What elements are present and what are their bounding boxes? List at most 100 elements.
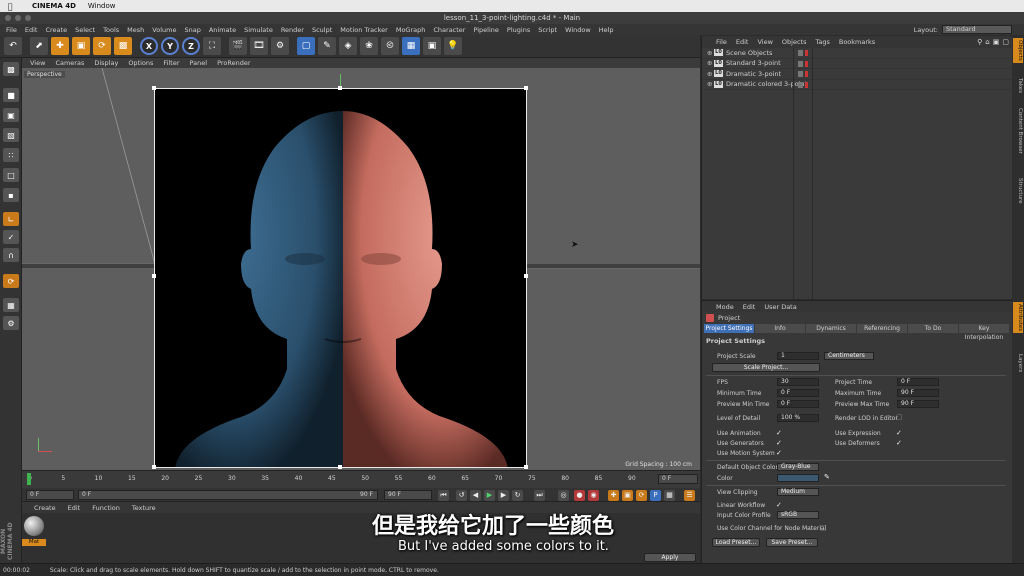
layout-dropdown[interactable]: Standard [942,25,1012,34]
level-of-detail-field[interactable]: 100 % [777,414,819,422]
enable-axis-icon[interactable]: ⟳ [3,274,19,288]
menu-plugins[interactable]: Plugins [507,26,530,34]
object-list-item[interactable]: ⊕ L0 Dramatic colored 3-point [702,80,1012,90]
material-menu-create[interactable]: Create [34,504,56,512]
material-menu-texture[interactable]: Texture [132,504,156,512]
texture-mode-icon[interactable]: ▣ [3,108,19,122]
save-preset-button[interactable]: Save Preset... [766,538,818,547]
menu-render[interactable]: Render [281,26,304,34]
project-scale-field[interactable]: 1 [777,352,819,360]
perspective-viewport[interactable]: Perspective ➤ Grid Spacing: 100 cm [22,68,700,470]
undo-icon[interactable]: ↶ [4,37,22,55]
material-preview-ball[interactable] [24,516,44,536]
input-color-profile-dropdown[interactable]: sRGB [777,511,819,519]
object-menu-objects[interactable]: Objects [782,38,807,46]
key-pla-icon[interactable]: ▦ [664,490,675,501]
prev-key-icon[interactable]: ↺ [456,490,467,501]
lock-workplane-icon[interactable]: ⚙ [3,316,19,330]
dock-tab-layers[interactable]: Layers [1013,352,1023,374]
use-animation-checkbox[interactable]: ✓ [776,429,782,437]
render-visibility-dot[interactable] [805,50,808,56]
visibility-toggles[interactable] [798,60,808,67]
minimize-window-button[interactable] [15,15,21,21]
expand-icon[interactable]: ⊕ [707,49,714,57]
key-rotation-icon[interactable]: ⟳ [636,490,647,501]
goto-start-icon[interactable]: ⏮ [438,490,449,501]
recent-tool-icon[interactable]: ▩ [114,37,132,55]
current-frame-field[interactable]: 0 F [658,474,698,484]
apple-icon[interactable]:  [0,2,20,11]
menu-motion-tracker[interactable]: Motion Tracker [340,26,388,34]
menu-window[interactable]: Window [565,26,591,34]
use-motion-system-checkbox[interactable]: ✓ [776,449,782,457]
material-menu-edit[interactable]: Edit [68,504,81,512]
expand-icon[interactable]: ⊕ [707,59,714,67]
lock-icon[interactable]: ▢ [1002,38,1009,46]
use-deformers-checkbox[interactable]: ✓ [896,439,902,447]
home-icon[interactable]: ⌂ [985,38,989,46]
material-menu-function[interactable]: Function [92,504,120,512]
tab-info[interactable]: Info [755,324,805,333]
search-icon[interactable]: ⚲ [977,38,982,46]
project-time-field[interactable]: 0 F [897,378,939,386]
menu-pipeline[interactable]: Pipeline [473,26,498,34]
y-axis-lock[interactable]: Y [161,37,179,55]
axis-mode-icon[interactable]: ∟ [3,212,19,226]
object-list-item[interactable]: ⊕ L0 Standard 3-point [702,59,1012,69]
object-name[interactable]: Standard 3-point [726,59,781,67]
timeline-playhead[interactable] [27,473,31,485]
render-visibility-dot[interactable] [805,81,808,88]
tab-referencing[interactable]: Referencing [857,324,907,333]
menu-mograph[interactable]: MoGraph [396,26,426,34]
menu-sculpt[interactable]: Sculpt [312,26,332,34]
light-icon[interactable]: 💡 [444,37,462,55]
scale-handle[interactable] [152,465,156,469]
object-name[interactable]: Dramatic 3-point [726,70,781,78]
close-window-button[interactable] [5,15,11,21]
object-menu-view[interactable]: View [757,38,772,46]
end-frame-field[interactable]: 90 F [384,490,432,500]
scale-project-button[interactable]: Scale Project... [712,363,820,372]
object-menu-edit[interactable]: Edit [736,38,749,46]
floor-scene-icon[interactable]: ▦ [402,37,420,55]
scale-handle[interactable] [152,86,156,90]
goto-end-icon[interactable]: ⏭ [534,490,545,501]
snap-icon[interactable]: ∩ [3,248,19,262]
menu-tools[interactable]: Tools [103,26,119,34]
dock-tab-attributes[interactable]: Attributes [1013,302,1023,334]
menu-help[interactable]: Help [599,26,614,34]
apply-button[interactable]: Apply [644,553,696,562]
timeline-ruler[interactable]: 051015202530354045505560657075808590 0 F [22,470,700,488]
pen-spline-icon[interactable]: ✎ [318,37,336,55]
prev-frame-icon[interactable]: ◀ [470,490,481,501]
rotate-tool-icon[interactable]: ⟳ [93,37,111,55]
timeline-window-icon[interactable]: ☰ [684,490,695,501]
menu-create[interactable]: Create [45,26,67,34]
edges-mode-icon[interactable]: □ [3,168,19,182]
y-axis-gizmo[interactable] [340,74,341,86]
autokey-icon[interactable]: ◉ [588,490,599,501]
preview-range-slider[interactable]: 0 F 90 F [78,490,378,500]
node-material-checkbox[interactable]: ▢ [820,524,827,532]
object-menu-file[interactable]: File [716,38,727,46]
material-name-label[interactable]: Mat [22,539,46,546]
viewport-menu-options[interactable]: Options [128,59,153,67]
array-mograph-icon[interactable]: ❀ [360,37,378,55]
menu-file[interactable]: File [6,26,17,34]
key-position-icon[interactable]: ✚ [608,490,619,501]
use-expression-checkbox[interactable]: ✓ [896,429,902,437]
z-axis-lock[interactable]: Z [182,37,200,55]
expand-icon[interactable]: ⊕ [707,80,714,88]
cube-primitive-icon[interactable]: ▢ [297,37,315,55]
scale-tool-icon[interactable]: ▣ [72,37,90,55]
default-object-color-dropdown[interactable]: Gray-Blue [777,463,819,471]
menu-select[interactable]: Select [75,26,95,34]
menu-mesh[interactable]: Mesh [127,26,144,34]
attribute-menu-user-data[interactable]: User Data [764,303,796,311]
tab-dynamics[interactable]: Dynamics [806,324,856,333]
menu-snap[interactable]: Snap [184,26,200,34]
editor-visibility-dot[interactable] [798,71,803,77]
key-param-icon[interactable]: P [650,490,661,501]
viewport-menu-panel[interactable]: Panel [190,59,208,67]
preview-max-time-field[interactable]: 90 F [897,400,939,408]
